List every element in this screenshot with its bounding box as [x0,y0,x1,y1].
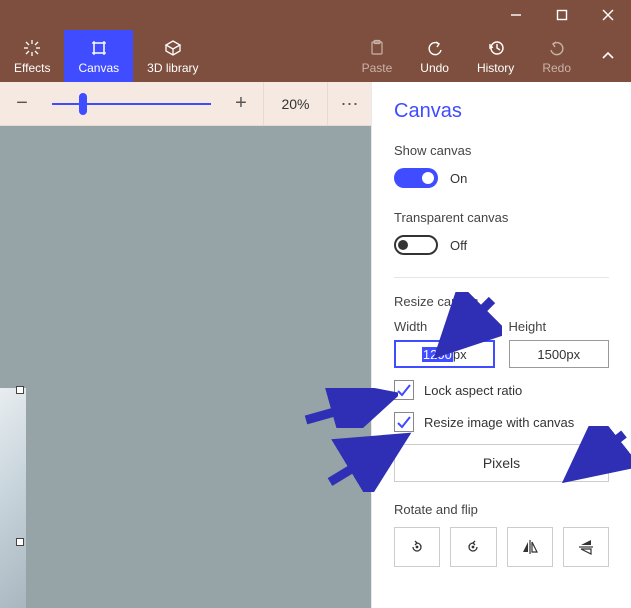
resize-image-checkbox[interactable]: Resize image with canvas [394,412,609,432]
ribbon-paste: Paste [348,30,407,82]
width-label: Width [394,319,495,334]
resize-canvas-label: Resize canvas [394,294,609,309]
window-titlebar [0,0,631,30]
canvas-icon [89,37,109,59]
ribbon-canvas[interactable]: Canvas [64,30,133,82]
zoom-percent[interactable]: 20% [263,82,327,126]
lock-aspect-checkbox[interactable]: Lock aspect ratio [394,380,609,400]
paste-icon [368,37,386,59]
effects-icon [22,37,42,59]
flip-vertical-button[interactable] [563,527,609,567]
chevron-down-icon [580,454,594,473]
canvas-panel: Canvas Show canvas On Transparent canvas… [371,82,631,608]
zoom-toolbar: − + 20% ⋯ [0,82,371,126]
canvas-area[interactable] [0,126,371,608]
show-canvas-toggle[interactable] [394,168,438,188]
ribbon-label: Undo [420,61,449,75]
flip-horizontal-button[interactable] [507,527,553,567]
history-icon [487,37,505,59]
panel-title: Canvas [394,100,609,123]
rotate-right-button[interactable] [394,527,440,567]
show-canvas-label: Show canvas [394,143,609,158]
check-icon [394,412,414,432]
ribbon-label: 3D library [147,61,198,75]
library-icon [163,37,183,59]
ribbon-toolbar: Effects Canvas 3D library Paste Undo His… [0,30,631,82]
units-dropdown[interactable]: Pixels [394,444,609,482]
ribbon-history[interactable]: History [463,30,528,82]
ribbon-label: History [477,61,514,75]
rotate-left-button[interactable] [450,527,496,567]
ribbon-collapse-button[interactable] [585,30,631,82]
dropdown-label: Pixels [483,455,520,471]
window-maximize-button[interactable] [539,0,585,30]
zoom-in-button[interactable]: + [219,82,263,126]
height-input[interactable]: 1500px [509,340,610,368]
undo-icon [426,37,444,59]
divider [394,277,609,278]
ribbon-label: Redo [542,61,571,75]
toggle-state: On [450,171,467,186]
ribbon-3d-library[interactable]: 3D library [133,30,212,82]
width-input[interactable]: 1200px [394,340,495,368]
ribbon-label: Paste [362,61,393,75]
resize-handle[interactable] [16,538,24,546]
check-icon [394,380,414,400]
rotate-flip-label: Rotate and flip [394,502,609,517]
zoom-slider[interactable] [44,82,219,126]
zoom-out-button[interactable]: − [0,82,44,126]
window-minimize-button[interactable] [493,0,539,30]
workspace: − + 20% ⋯ [0,82,371,608]
transparent-canvas-toggle[interactable] [394,235,438,255]
toggle-state: Off [450,238,467,253]
ribbon-undo[interactable]: Undo [406,30,463,82]
window-close-button[interactable] [585,0,631,30]
checkbox-label: Resize image with canvas [424,415,574,430]
ribbon-effects[interactable]: Effects [0,30,64,82]
redo-icon [548,37,566,59]
ribbon-label: Canvas [78,61,119,75]
ribbon-label: Effects [14,61,50,75]
zoom-more-button[interactable]: ⋯ [327,82,371,126]
canvas-image [0,388,26,608]
height-label: Height [509,319,610,334]
checkbox-label: Lock aspect ratio [424,383,522,398]
ribbon-redo: Redo [528,30,585,82]
resize-handle[interactable] [16,386,24,394]
transparent-canvas-label: Transparent canvas [394,210,609,225]
